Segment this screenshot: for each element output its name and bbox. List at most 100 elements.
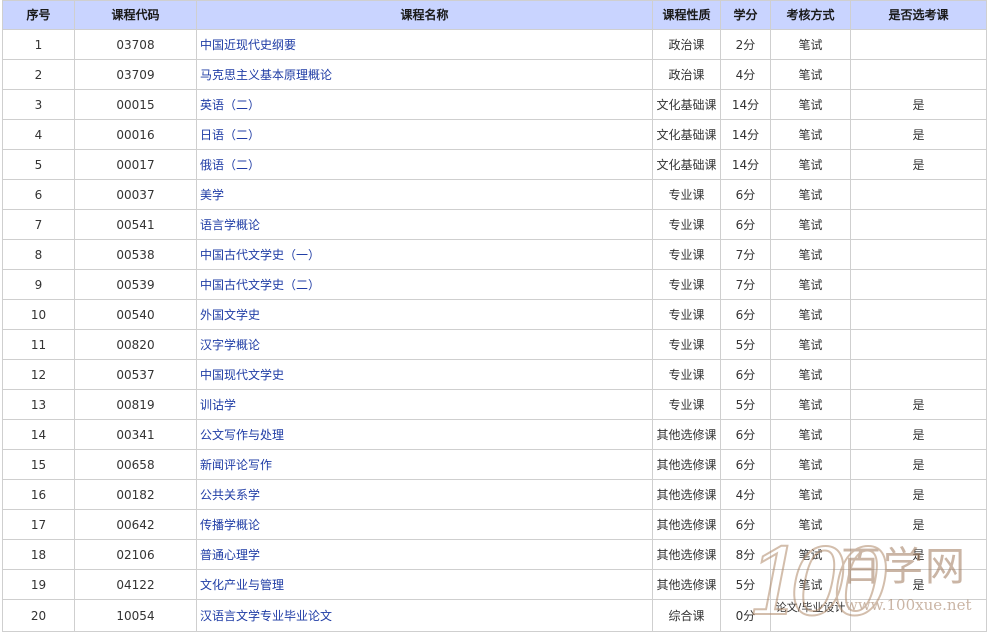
cell-name: 新闻评论写作 [196,449,653,480]
cell-exam: 笔试 [770,479,851,510]
cell-exam: 笔试 [770,239,851,270]
cell-elective: 是 [850,389,987,420]
cell-exam: 笔试 [770,509,851,540]
course-link[interactable]: 英语（二） [200,98,260,112]
cell-credit: 6分 [720,449,771,480]
course-link[interactable]: 俄语（二） [200,158,260,172]
cell-elective: 是 [850,449,987,480]
cell-name: 语言学概论 [196,209,653,240]
cell-exam: 论文/毕业设计 [770,599,851,632]
course-table: 序号 课程代码 课程名称 课程性质 学分 考核方式 是否选考课 1 03708 中国… [2,0,987,632]
cell-no: 7 [2,209,75,240]
cell-code: 00819 [74,389,197,420]
cell-exam: 笔试 [770,389,851,420]
cell-name: 公文写作与处理 [196,419,653,450]
cell-code: 00642 [74,509,197,540]
course-link[interactable]: 训诂学 [200,398,236,412]
cell-credit: 6分 [720,509,771,540]
table-row: 11 00820 汉字学概论 专业课 5分 笔试 [2,329,987,360]
cell-credit: 14分 [720,119,771,150]
table-row: 14 00341 公文写作与处理 其他选修课 6分 笔试是 [2,419,987,450]
course-link[interactable]: 传播学概论 [200,518,260,532]
cell-no: 14 [2,419,75,450]
cell-no: 18 [2,539,75,570]
cell-name: 汉语言文学专业毕业论文 [196,599,653,632]
course-link[interactable]: 语言学概论 [200,218,260,232]
header-name: 课程名称 [196,0,653,30]
cell-elective: 是 [850,149,987,180]
cell-name: 中国现代文学史 [196,359,653,390]
cell-type: 其他选修课 [652,509,721,540]
course-link[interactable]: 文化产业与管理 [200,578,284,592]
table-row: 4 00016 日语（二） 文化基础课 14分 笔试是 [2,119,987,150]
cell-name: 训诂学 [196,389,653,420]
cell-exam: 笔试 [770,569,851,600]
cell-exam: 笔试 [770,119,851,150]
header-exam: 考核方式 [770,0,851,30]
cell-name: 公共关系学 [196,479,653,510]
cell-credit: 2分 [720,29,771,60]
table-row: 12 00537 中国现代文学史 专业课 6分 笔试 [2,359,987,390]
cell-code: 00016 [74,119,197,150]
cell-name: 中国近现代史纲要 [196,29,653,60]
course-link[interactable]: 中国古代文学史（一） [200,248,320,262]
course-link[interactable]: 汉字学概论 [200,338,260,352]
table-body: 1 03708 中国近现代史纲要 政治课 2分 笔试 2 03709 马克思主义基本原理概论 政治… [2,29,987,632]
cell-credit: 4分 [720,59,771,90]
course-link[interactable]: 日语（二） [200,128,260,142]
cell-code: 02106 [74,539,197,570]
cell-elective [850,59,987,90]
cell-no: 12 [2,359,75,390]
cell-credit: 7分 [720,239,771,270]
course-link[interactable]: 外国文学史 [200,308,260,322]
cell-type: 政治课 [652,29,721,60]
table-row: 6 00037 美学 专业课 6分 笔试 [2,179,987,210]
cell-no: 10 [2,299,75,330]
cell-exam: 笔试 [770,329,851,360]
cell-exam: 笔试 [770,449,851,480]
cell-no: 16 [2,479,75,510]
cell-credit: 14分 [720,149,771,180]
course-link[interactable]: 中国古代文学史（二） [200,278,320,292]
cell-credit: 6分 [720,209,771,240]
cell-credit: 5分 [720,389,771,420]
cell-credit: 7分 [720,269,771,300]
cell-name: 普通心理学 [196,539,653,570]
cell-elective: 是 [850,539,987,570]
table-row: 16 00182 公共关系学 其他选修课 4分 笔试是 [2,479,987,510]
course-link[interactable]: 马克思主义基本原理概论 [200,68,332,82]
cell-code: 00015 [74,89,197,120]
course-link[interactable]: 公共关系学 [200,488,260,502]
course-link[interactable]: 中国近现代史纲要 [200,38,296,52]
cell-type: 文化基础课 [652,149,721,180]
cell-type: 文化基础课 [652,89,721,120]
cell-exam: 笔试 [770,539,851,570]
cell-code: 00820 [74,329,197,360]
cell-code: 00539 [74,269,197,300]
cell-name: 外国文学史 [196,299,653,330]
cell-no: 5 [2,149,75,180]
cell-name: 英语（二） [196,89,653,120]
cell-no: 17 [2,509,75,540]
cell-type: 专业课 [652,179,721,210]
table-row: 5 00017 俄语（二） 文化基础课 14分 笔试是 [2,149,987,180]
cell-type: 其他选修课 [652,569,721,600]
cell-code: 10054 [74,599,197,632]
cell-elective [850,269,987,300]
course-link[interactable]: 公文写作与处理 [200,428,284,442]
course-link[interactable]: 美学 [200,188,224,202]
cell-code: 00537 [74,359,197,390]
cell-exam: 笔试 [770,179,851,210]
header-no: 序号 [2,0,75,30]
cell-elective [850,29,987,60]
cell-type: 政治课 [652,59,721,90]
cell-code: 00017 [74,149,197,180]
course-link[interactable]: 汉语言文学专业毕业论文 [200,609,332,623]
table-row: 10 00540 外国文学史 专业课 6分 笔试 [2,299,987,330]
cell-credit: 6分 [720,299,771,330]
table-row: 9 00539 中国古代文学史（二） 专业课 7分 笔试 [2,269,987,300]
course-link[interactable]: 中国现代文学史 [200,368,284,382]
course-link[interactable]: 新闻评论写作 [200,458,272,472]
cell-code: 00037 [74,179,197,210]
course-link[interactable]: 普通心理学 [200,548,260,562]
